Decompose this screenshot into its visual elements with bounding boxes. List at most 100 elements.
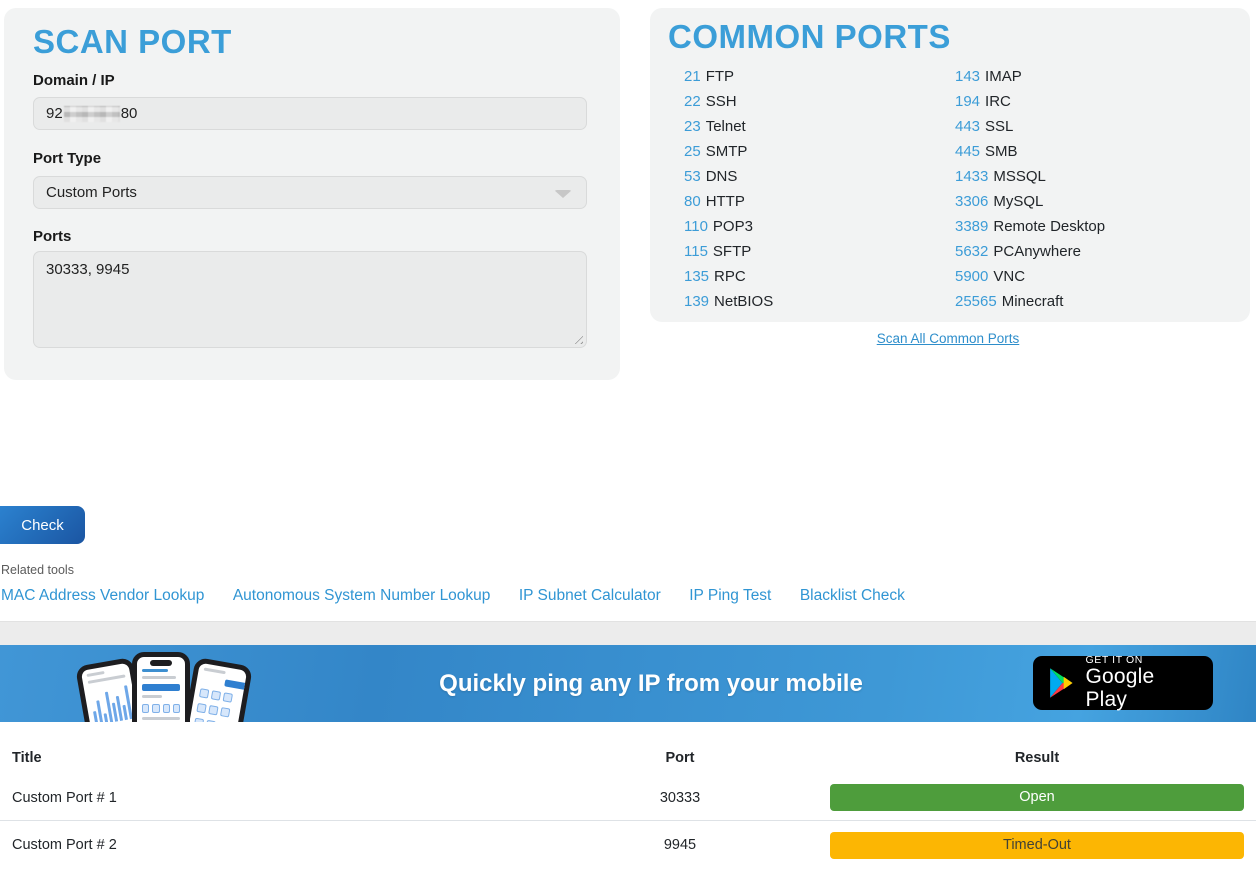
common-port-link[interactable]: 5632	[955, 243, 988, 260]
related-link-asn-lookup[interactable]: Autonomous System Number Lookup	[233, 587, 491, 604]
ports-textarea[interactable]: 30333, 9945	[33, 251, 587, 348]
list-item: 1433 MSSQL	[955, 168, 1105, 193]
related-tools-links: MAC Address Vendor Lookup Autonomous Sys…	[1, 587, 929, 605]
common-port-name: Minecraft	[1002, 293, 1064, 310]
common-port-name: HTTP	[706, 193, 745, 210]
list-item: 143 IMAP	[955, 68, 1105, 93]
common-port-name: SFTP	[713, 243, 751, 260]
common-port-link[interactable]: 143	[955, 68, 980, 85]
common-port-link[interactable]: 22	[684, 93, 701, 110]
common-port-name: SMB	[985, 143, 1018, 160]
common-port-name: FTP	[706, 68, 734, 85]
common-port-link[interactable]: 5900	[955, 268, 988, 285]
scan-results-table: Title Port Result Custom Port # 1 30333 …	[0, 741, 1256, 869]
common-ports-panel: COMMON PORTS 21 FTP 22 SSH 23 Telnet 25 SMTP…	[650, 8, 1250, 322]
common-port-name: PCAnywhere	[993, 243, 1081, 260]
common-port-name: POP3	[713, 218, 753, 235]
list-item: 3306 MySQL	[955, 193, 1105, 218]
related-tools-label: Related tools	[1, 563, 74, 577]
list-item: 445 SMB	[955, 143, 1105, 168]
list-item: 135 RPC	[684, 268, 773, 293]
result-row-port: 9945	[652, 837, 708, 853]
results-header-port: Port	[652, 750, 708, 766]
scan-port-title: SCAN PORT	[33, 23, 232, 61]
common-port-name: SMTP	[706, 143, 748, 160]
chevron-down-icon	[554, 190, 572, 198]
redacted-ip-blur	[64, 106, 120, 122]
result-row-title: Custom Port # 1	[0, 790, 652, 806]
domain-ip-value-prefix: 92	[46, 105, 63, 122]
common-port-link[interactable]: 1433	[955, 168, 988, 185]
common-port-name: IRC	[985, 93, 1011, 110]
common-ports-column-left: 21 FTP 22 SSH 23 Telnet 25 SMTP 53 DNS 80 HTTP…	[684, 68, 773, 318]
common-port-link[interactable]: 80	[684, 193, 701, 210]
common-port-name: MySQL	[993, 193, 1043, 210]
common-port-link[interactable]: 23	[684, 118, 701, 135]
list-item: 53 DNS	[684, 168, 773, 193]
results-header-row: Title Port Result	[0, 741, 1256, 775]
common-port-name: SSH	[706, 93, 737, 110]
common-port-name: IMAP	[985, 68, 1022, 85]
list-item: 25565 Minecraft	[955, 293, 1105, 318]
list-item: 115 SFTP	[684, 243, 773, 268]
domain-ip-input[interactable]: 92 80	[33, 97, 587, 130]
scan-port-panel: SCAN PORT Domain / IP 92 80 Port Type Cus…	[4, 8, 620, 380]
list-item: 194 IRC	[955, 93, 1105, 118]
port-type-label: Port Type	[33, 150, 101, 167]
common-port-name: SSL	[985, 118, 1013, 135]
result-row-title: Custom Port # 2	[0, 837, 652, 853]
common-ports-column-right: 143 IMAP 194 IRC 443 SSL 445 SMB 1433 MSSQL 3…	[955, 68, 1105, 318]
check-button[interactable]: Check	[0, 506, 85, 544]
related-link-ip-subnet-calculator[interactable]: IP Subnet Calculator	[519, 587, 661, 604]
results-header-result: Result	[830, 750, 1244, 766]
list-item: 25 SMTP	[684, 143, 773, 168]
common-port-link[interactable]: 139	[684, 293, 709, 310]
common-port-link[interactable]: 445	[955, 143, 980, 160]
list-item: 21 FTP	[684, 68, 773, 93]
google-play-badge[interactable]: GET IT ON Google Play	[1033, 656, 1213, 710]
port-type-select[interactable]: Custom Ports	[33, 176, 587, 209]
common-port-name: VNC	[993, 268, 1025, 285]
common-port-link[interactable]: 3389	[955, 218, 988, 235]
common-port-link[interactable]: 53	[684, 168, 701, 185]
common-port-link[interactable]: 443	[955, 118, 980, 135]
related-link-mac-address-vendor-lookup[interactable]: MAC Address Vendor Lookup	[1, 587, 204, 604]
results-header-title: Title	[0, 750, 652, 766]
common-port-name: RPC	[714, 268, 746, 285]
common-port-link[interactable]: 25565	[955, 293, 997, 310]
status-badge: Timed-Out	[830, 832, 1244, 859]
common-port-link[interactable]: 135	[684, 268, 709, 285]
list-item: 80 HTTP	[684, 193, 773, 218]
mobile-app-banner: Quickly ping any IP from your mobile GET…	[0, 645, 1256, 722]
result-row-port: 30333	[652, 790, 708, 806]
phone-notch	[150, 660, 172, 666]
common-port-link[interactable]: 115	[684, 243, 708, 260]
list-item: 443 SSL	[955, 118, 1105, 143]
phone-mockup-center	[132, 652, 190, 722]
resize-handle-icon[interactable]	[571, 332, 583, 344]
related-link-blacklist-check[interactable]: Blacklist Check	[800, 587, 905, 604]
google-play-icon	[1046, 667, 1075, 699]
table-row: Custom Port # 2 9945 Timed-Out	[0, 821, 1256, 869]
common-port-link[interactable]: 110	[684, 218, 708, 235]
table-row: Custom Port # 1 30333 Open	[0, 775, 1256, 821]
common-port-name: DNS	[706, 168, 738, 185]
related-link-ip-ping-test[interactable]: IP Ping Test	[689, 587, 771, 604]
common-port-name: NetBIOS	[714, 293, 773, 310]
domain-ip-value-suffix: 80	[121, 105, 138, 122]
list-item: 3389Remote Desktop	[955, 218, 1105, 243]
scan-all-common-ports-link[interactable]: Scan All Common Ports	[650, 331, 1246, 346]
common-port-link[interactable]: 25	[684, 143, 701, 160]
list-item: 139 NetBIOS	[684, 293, 773, 318]
common-port-link[interactable]: 3306	[955, 193, 988, 210]
common-port-link[interactable]: 21	[684, 68, 701, 85]
common-ports-title: COMMON PORTS	[668, 18, 951, 56]
list-item: 5632 PCAnywhere	[955, 243, 1105, 268]
common-port-name: Telnet	[706, 118, 746, 135]
ports-label: Ports	[33, 228, 71, 245]
ports-value: 30333, 9945	[46, 261, 129, 278]
common-port-link[interactable]: 194	[955, 93, 980, 110]
google-play-badge-bottom-text: Google Play	[1085, 666, 1200, 710]
domain-ip-label: Domain / IP	[33, 72, 115, 89]
common-port-name: MSSQL	[993, 168, 1046, 185]
